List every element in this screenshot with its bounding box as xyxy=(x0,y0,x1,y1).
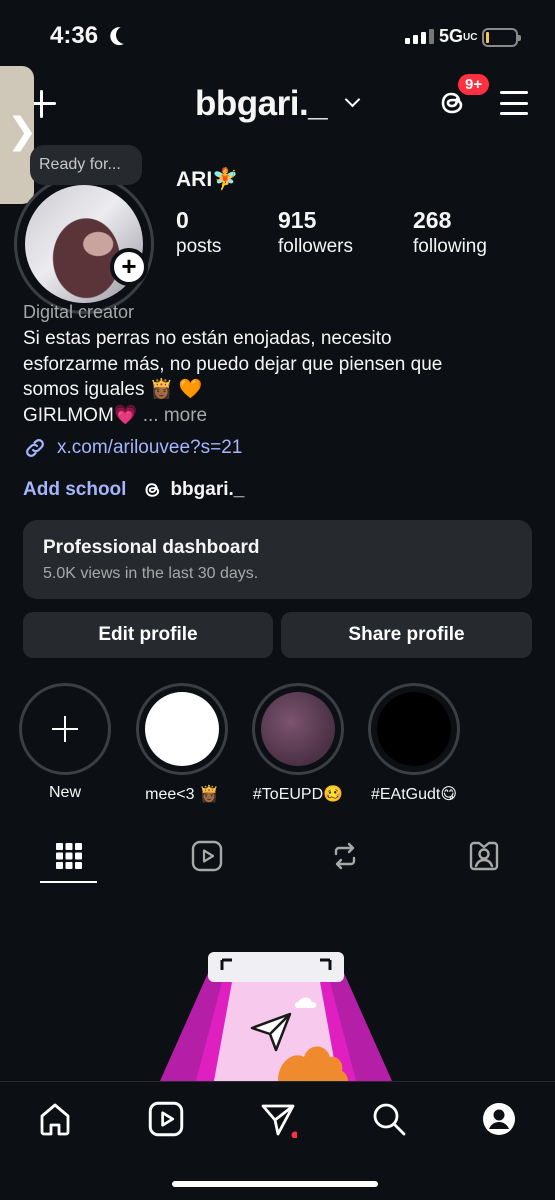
profile-avatar[interactable] xyxy=(14,174,154,314)
link-icon xyxy=(26,439,44,457)
stat-value: 915 xyxy=(278,207,317,233)
highlight-label: #ToEUPD🥴 xyxy=(252,786,344,803)
school-row: Add school bbgari._ xyxy=(23,479,244,501)
stat-followers[interactable]: 915 followers xyxy=(278,207,353,258)
battery-icon xyxy=(482,28,521,47)
tab-reels[interactable] xyxy=(179,836,235,876)
more-link[interactable]: ... more xyxy=(143,405,207,426)
reels-icon xyxy=(191,840,223,872)
profile-category: Digital creator xyxy=(23,302,135,322)
status-time: 4:36 xyxy=(50,22,99,49)
dashboard-subtitle: 5.0K views in the last 30 days. xyxy=(43,565,259,582)
plus-icon xyxy=(52,716,78,742)
active-tab-indicator xyxy=(40,881,97,883)
stat-posts[interactable]: 0 posts xyxy=(176,207,221,258)
highlight-cover xyxy=(377,692,451,766)
home-indicator[interactable] xyxy=(172,1181,378,1187)
tab-reposts[interactable] xyxy=(317,836,373,876)
nav-search[interactable] xyxy=(370,1100,408,1138)
highlight-new[interactable]: New xyxy=(15,683,115,802)
dashboard-title: Professional dashboard xyxy=(43,537,260,558)
external-link[interactable]: x.com/arilouvee?s=21 xyxy=(23,436,242,460)
search-icon xyxy=(373,1103,406,1136)
nav-profile[interactable] xyxy=(480,1100,518,1138)
side-panel-handle[interactable]: ❯ xyxy=(0,66,38,204)
display-name: ARI🧚 xyxy=(176,168,239,191)
note-bubble[interactable]: Ready for... xyxy=(30,145,142,185)
stat-label: followers xyxy=(278,236,353,257)
highlight-circle xyxy=(368,683,460,775)
highlight-circle xyxy=(252,683,344,775)
bio-line: GIRLMOM💗 xyxy=(23,404,138,426)
nav-reels[interactable] xyxy=(147,1100,185,1138)
highlight-label: New xyxy=(48,784,81,801)
stat-following[interactable]: 268 following xyxy=(413,207,487,258)
highlight-item[interactable]: #EAtGudt😋 xyxy=(364,683,464,804)
moon-icon xyxy=(113,23,136,46)
highlight-item[interactable]: #ToEUPD🥴 xyxy=(248,683,348,804)
threads-handle: bbgari._ xyxy=(170,479,245,500)
chevron-right-icon: ❯ xyxy=(7,110,38,151)
highlight-circle xyxy=(19,683,111,775)
menu-icon[interactable] xyxy=(500,91,528,115)
tab-tagged[interactable] xyxy=(456,836,512,876)
reposts-icon xyxy=(334,842,356,870)
tagged-icon xyxy=(469,841,499,871)
tab-grid[interactable] xyxy=(41,836,97,876)
account-switcher-title[interactable]: bbgari._ xyxy=(195,84,328,124)
threads-icon xyxy=(146,483,160,497)
highlight-label: mee<3 👸🏾 xyxy=(145,786,219,803)
highlight-cover xyxy=(145,692,219,766)
stat-value: 268 xyxy=(413,207,452,233)
link-text[interactable]: x.com/arilouvee?s=21 xyxy=(57,437,242,459)
signal-icon xyxy=(405,28,434,44)
bio-line: esforzarme más, no puedo dejar que piens… xyxy=(23,353,443,375)
reels-icon xyxy=(148,1101,184,1137)
profile-icon xyxy=(483,1103,515,1135)
threads-badge[interactable]: bbgari._ xyxy=(142,479,244,501)
notification-badge[interactable]: 9+ xyxy=(458,74,490,95)
nav-messages[interactable] xyxy=(259,1100,297,1138)
stat-label: following xyxy=(413,236,487,257)
add-story-button[interactable]: + xyxy=(110,248,148,286)
empty-posts-illustration xyxy=(160,952,392,1081)
add-school-link[interactable]: Add school xyxy=(23,479,126,501)
edit-profile-button[interactable]: Edit profile xyxy=(23,612,273,658)
professional-dashboard[interactable]: Professional dashboard 5.0K views in the… xyxy=(23,520,532,599)
nav-home[interactable] xyxy=(36,1100,74,1138)
profile-bio: Si estas perras no están enojadas, neces… xyxy=(23,326,533,428)
share-profile-button[interactable]: Share profile xyxy=(281,612,532,658)
bio-line: somos iguales 👸🏾 🧡 xyxy=(23,379,203,400)
network-label: 5GUC xyxy=(439,26,478,46)
bio-line: Si estas perras no están enojadas, neces… xyxy=(23,328,392,349)
chevron-down-icon[interactable] xyxy=(344,91,361,108)
grid-icon xyxy=(56,843,82,869)
home-icon xyxy=(40,1103,70,1136)
status-bar: 4:36 5GUC xyxy=(0,0,555,70)
bio-line-last: GIRLMOM💗 ... more xyxy=(23,403,533,429)
send-icon xyxy=(261,1104,297,1138)
highlight-item[interactable]: mee<3 👸🏾 xyxy=(132,683,232,804)
stat-value: 0 xyxy=(176,207,189,233)
stat-label: posts xyxy=(176,236,222,257)
highlight-circle xyxy=(136,683,228,775)
highlight-label: #EAtGudt😋 xyxy=(370,786,458,803)
highlight-cover xyxy=(261,692,335,766)
